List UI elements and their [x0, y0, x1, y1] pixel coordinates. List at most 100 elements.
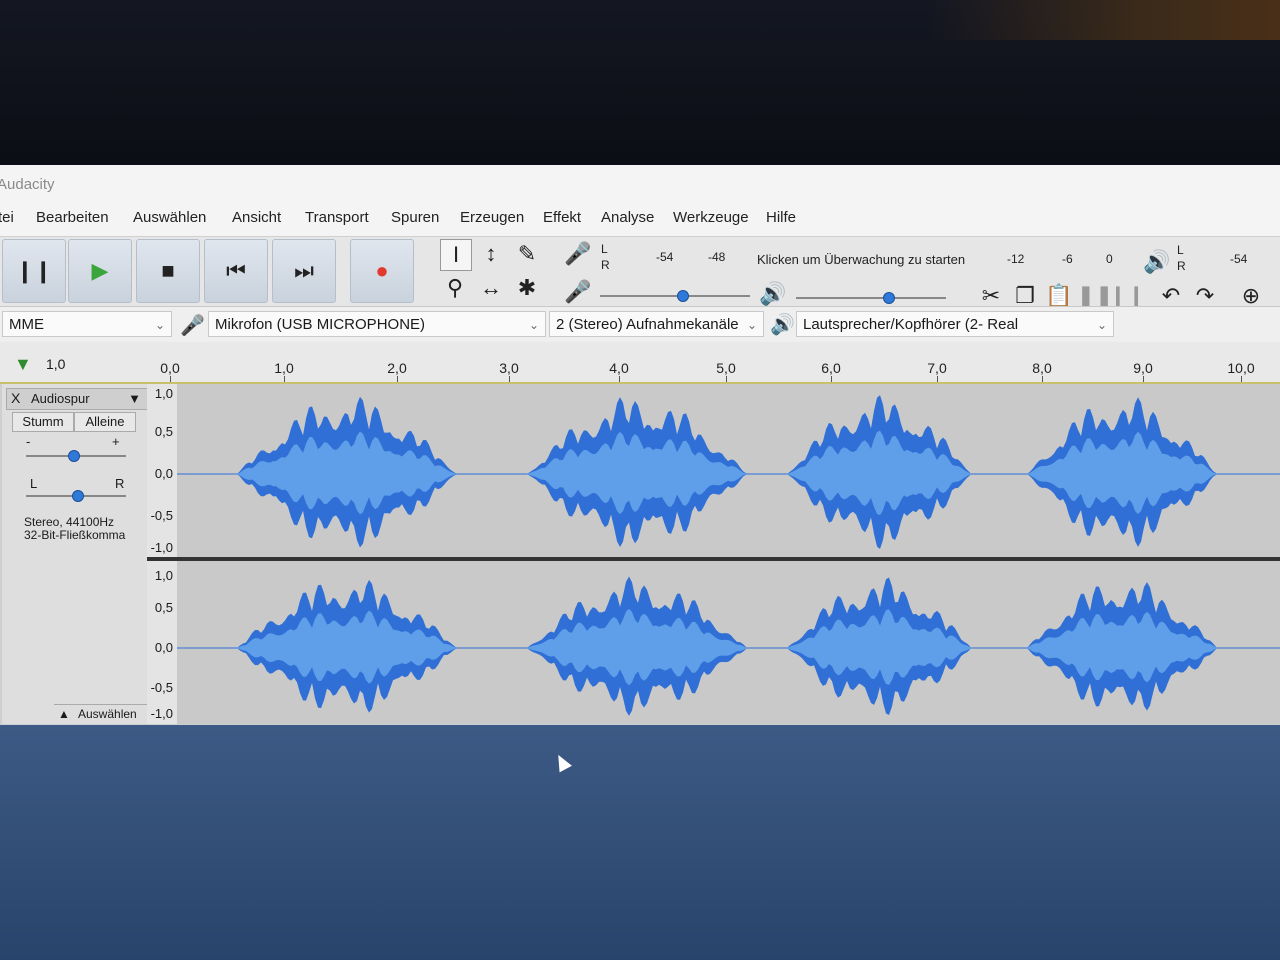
track-name[interactable]: Audiospur: [31, 391, 90, 406]
select-track-button[interactable]: ▲ Auswählen: [54, 704, 148, 723]
menu-analyze[interactable]: Analyse: [601, 209, 654, 226]
selection-tool[interactable]: I: [440, 239, 472, 271]
playback-meter-button[interactable]: 🔊: [1142, 247, 1172, 277]
menu-generate[interactable]: Erzeugen: [460, 209, 524, 226]
host-value: MME: [9, 316, 44, 333]
menu-tools[interactable]: Werkzeuge: [673, 209, 749, 226]
speaker-select[interactable]: Lautsprecher/Kopfhörer (2- Real ⌄: [796, 311, 1114, 337]
gain-minus-label: -: [26, 434, 31, 449]
chevron-down-icon: ⌄: [1096, 318, 1107, 332]
draw-tool[interactable]: ✎: [512, 239, 542, 269]
ruler-tick-label: 7,0: [927, 360, 947, 376]
multi-tool[interactable]: ✱: [512, 273, 542, 303]
mute-label: Stumm: [22, 414, 64, 429]
ruler-tick-mark: [509, 376, 510, 382]
host-select[interactable]: MME ⌄: [2, 311, 172, 337]
skip-end-button[interactable]: ⏭: [272, 239, 336, 303]
microphone-icon: 🎤: [564, 279, 592, 304]
timeshift-tool[interactable]: ↔: [476, 273, 506, 303]
scale-label: -0,5: [150, 680, 173, 695]
gain-knob[interactable]: [68, 450, 80, 462]
chevron-down-icon: ⌄: [154, 318, 165, 332]
device-toolbar: MME ⌄ 🎤 Mikrofon (USB MICROPHONE) ⌄ 2 (S…: [0, 306, 1280, 343]
skip-start-button[interactable]: ⏮: [204, 239, 268, 303]
pan-left-label: L: [30, 476, 38, 491]
pause-button[interactable]: ❙❙: [2, 239, 66, 303]
speaker-value: Lautsprecher/Kopfhörer (2- Real: [803, 316, 1019, 333]
channels-value: 2 (Stereo) Aufnahmekanäle: [556, 316, 739, 333]
record-meter-button[interactable]: 🎤: [563, 239, 593, 269]
pan-right-label: R: [115, 476, 125, 491]
track-name-bar[interactable]: X Audiospur ▼: [6, 388, 148, 410]
scale-label: 0,5: [154, 600, 173, 615]
vertical-scale: 1,0 0,5 0,0 -0,5 -1,0 1,0 0,5 0,0 -0,5 -…: [147, 384, 177, 724]
ruler-tick-label: 3,0: [499, 360, 519, 376]
record-meter-tick: 0: [1106, 252, 1113, 266]
chevron-down-icon: ⌄: [746, 318, 757, 332]
mute-button[interactable]: Stumm: [12, 412, 74, 432]
playback-volume-slider[interactable]: [796, 297, 946, 299]
ruler-tick-mark: [831, 376, 832, 382]
stop-button[interactable]: ■: [136, 239, 200, 303]
pause-icon: ❙❙: [15, 258, 53, 283]
scale-label: -0,5: [150, 508, 173, 523]
background-light: [930, 0, 1280, 40]
record-button[interactable]: ●: [350, 239, 414, 303]
play-head-icon: ▼: [14, 354, 32, 374]
envelope-tool[interactable]: ↕: [476, 239, 506, 269]
empty-track-area[interactable]: [0, 725, 1280, 960]
waveform-clip: [527, 431, 746, 515]
menu-view[interactable]: Ansicht: [232, 209, 281, 226]
record-meter-left: L: [601, 242, 608, 256]
ruler-tick-mark: [619, 376, 620, 382]
scale-label: 0,0: [154, 640, 173, 655]
scale-label: 0,0: [154, 466, 173, 481]
speaker-icon: 🔊: [1143, 249, 1171, 274]
selection-tool-icon: I: [452, 242, 460, 267]
record-volume-slider[interactable]: [600, 295, 750, 297]
ruler-tick-label: 5,0: [716, 360, 736, 376]
monitor-start-text[interactable]: Klicken um Überwachung zu starten: [757, 252, 965, 267]
ruler-tick-label: 6,0: [821, 360, 841, 376]
ruler-tick-label: 1,0: [274, 360, 294, 376]
record-meter-tick: -6: [1062, 252, 1073, 266]
ruler-tick-mark: [1143, 376, 1144, 382]
play-head-label: 1,0: [46, 356, 66, 372]
channel-separator: [147, 557, 1280, 561]
scale-label: 1,0: [154, 386, 173, 401]
mic-value: Mikrofon (USB MICROPHONE): [215, 316, 426, 333]
play-button[interactable]: ▶: [68, 239, 132, 303]
ruler-tick-mark: [937, 376, 938, 382]
timeline-ruler[interactable]: ▼ 1,0 0,0 1,0 2,0 3,0 4,0 5,0 6,0 7,0 8,0 9,0 10,0: [0, 342, 1280, 384]
playback-volume-knob[interactable]: [883, 292, 895, 304]
solo-button[interactable]: Alleine: [74, 412, 136, 432]
skip-start-icon: ⏮: [226, 258, 246, 283]
track-info: Stereo, 44100Hz 32-Bit-Fließkomma: [24, 516, 125, 542]
playback-meter-right: R: [1177, 259, 1186, 273]
record-icon: ●: [375, 258, 389, 283]
ruler-tick-mark: [726, 376, 727, 382]
mic-select[interactable]: Mikrofon (USB MICROPHONE) ⌄: [208, 311, 546, 337]
menu-edit[interactable]: Bearbeiten: [36, 209, 109, 226]
close-icon[interactable]: X: [11, 390, 20, 406]
audacity-window: Audacity tei Bearbeiten Auswählen Ansich…: [0, 165, 1280, 960]
menu-transport[interactable]: Transport: [305, 209, 369, 226]
chevron-down-icon: ⌄: [528, 318, 539, 332]
menu-file[interactable]: tei: [0, 209, 14, 226]
zoom-tool[interactable]: ⚲: [440, 273, 470, 303]
record-meter-tick: -12: [1007, 252, 1025, 266]
chevron-down-icon[interactable]: ▼: [128, 391, 141, 406]
scale-label: 0,5: [154, 424, 173, 439]
track-area: X Audiospur ▼ Stumm Alleine - + L R Ster…: [0, 384, 1280, 725]
menu-effect[interactable]: Effekt: [543, 209, 581, 226]
menu-tracks[interactable]: Spuren: [391, 209, 439, 226]
speaker-icon: 🔊: [770, 314, 795, 336]
record-volume-knob[interactable]: [677, 290, 689, 302]
ruler-tick-mark: [1241, 376, 1242, 382]
playback-meter-left: L: [1177, 243, 1184, 257]
waveform-display[interactable]: [177, 384, 1280, 724]
channels-select[interactable]: 2 (Stereo) Aufnahmekanäle ⌄: [549, 311, 764, 337]
pan-knob[interactable]: [72, 490, 84, 502]
menu-select[interactable]: Auswählen: [133, 209, 206, 226]
menu-help[interactable]: Hilfe: [766, 209, 796, 226]
